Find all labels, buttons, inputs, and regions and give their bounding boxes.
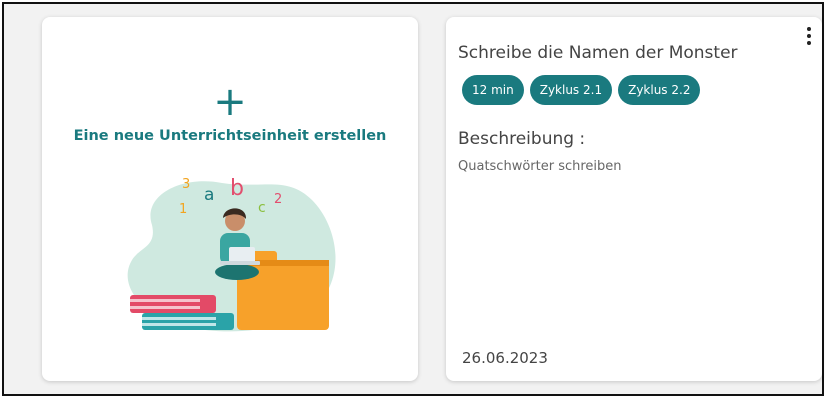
plus-icon: + [213,79,247,125]
book-teal [142,313,234,330]
cycle-badge-2-2: Zyklus 2.2 [618,75,701,105]
tag-list: 12 min Zyklus 2.1 Zyklus 2.2 [462,75,701,105]
more-vertical-icon[interactable] [800,21,818,51]
create-unit-title: Eine neue Unterrichtseinheit erstellen [73,128,387,144]
illus-letter-a: a [204,185,214,205]
book-pink [130,295,216,313]
cards-container: + Eine neue Unterrichtseinheit erstellen… [2,2,824,396]
lesson-card[interactable]: Schreibe die Namen der Monster 12 min Zy… [446,17,822,381]
duration-badge: 12 min [462,75,524,105]
cycle-badge-2-1: Zyklus 2.1 [529,75,613,105]
lesson-title: Schreibe die Namen der Monster [458,43,738,63]
description-text: Quatschwörter schreiben [458,159,622,174]
illus-letter-b: b [230,176,244,201]
illus-digit-2: 2 [274,192,282,207]
description-label: Beschreibung : [458,129,586,149]
illus-digit-3: 3 [182,177,190,192]
illus-letter-c: c [258,200,266,216]
student-reading-illustration: a b c 3 1 2 [127,176,336,332]
create-unit-card[interactable]: + Eine neue Unterrichtseinheit erstellen… [42,17,418,381]
illus-digit-1: 1 [179,202,187,217]
lesson-date: 26.06.2023 [462,349,548,367]
